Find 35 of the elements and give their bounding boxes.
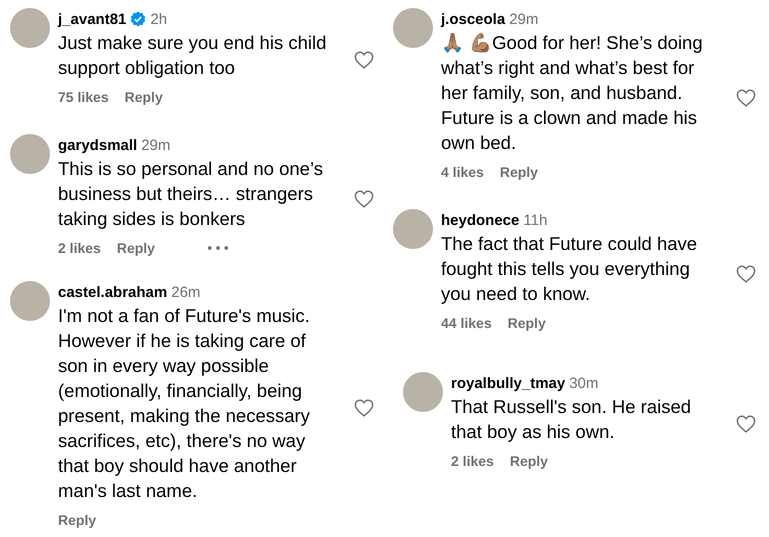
reply-link[interactable]: Reply [58, 512, 96, 528]
username[interactable]: castel.abraham [58, 284, 168, 300]
heart-icon[interactable] [736, 415, 756, 433]
comment-text: That Russell's son. He raised that boy as his own. [451, 395, 692, 444]
username[interactable]: garydsmall [58, 136, 138, 154]
comment-text: 🙏🏽 💪🏽Good for her! She’s doing what’s right and what’s best for her family, son, and husband. Future is a clown and made his own bed. [441, 31, 704, 155]
comment-text: The fact that Future could have fought this tells you everything you need to know. [441, 232, 698, 306]
likes-count[interactable]: 75 likes [58, 89, 109, 105]
likes-count[interactable]: 2 likes [451, 453, 494, 469]
reply-link[interactable]: Reply [124, 89, 163, 105]
timestamp: 29m [141, 136, 170, 154]
heart-icon[interactable] [736, 88, 756, 106]
likes-count[interactable]: 44 likes [441, 315, 492, 331]
comment-text: Just make sure you end his child support obligation too [58, 31, 328, 80]
timestamp: 26m [171, 284, 200, 300]
reply-link[interactable]: Reply [508, 315, 546, 331]
likes-count[interactable]: 4 likes [441, 164, 484, 180]
timestamp: 2h [150, 10, 168, 28]
username[interactable]: royalbully_tmay [451, 374, 566, 392]
likes-count[interactable]: 2 likes [58, 240, 101, 256]
username[interactable]: heydonece [441, 212, 520, 228]
heart-icon[interactable] [354, 399, 374, 417]
heart-icon[interactable] [354, 51, 374, 69]
timestamp: 30m [569, 374, 598, 392]
username[interactable]: j.osceola [441, 10, 506, 28]
reply-link[interactable]: Reply [500, 164, 538, 180]
username[interactable]: j_avant81 [58, 10, 126, 28]
reply-link[interactable]: Reply [116, 240, 155, 256]
comment-text: This is so personal and no one’s business but theirs… strangers taking sides is bonkers [58, 157, 324, 231]
heart-icon[interactable] [736, 264, 756, 282]
comment-text: I'm not a fan of Future's music. However if he is taking care of son in every way possible (emotionally, financially, being present, making the necessary sacrifices, etc), there's no way that boy should have another man's last name. [58, 304, 311, 503]
heart-icon[interactable] [354, 190, 374, 208]
timestamp: 29m [509, 10, 538, 28]
timestamp: 11h [523, 212, 548, 228]
reply-link[interactable]: Reply [510, 453, 548, 469]
